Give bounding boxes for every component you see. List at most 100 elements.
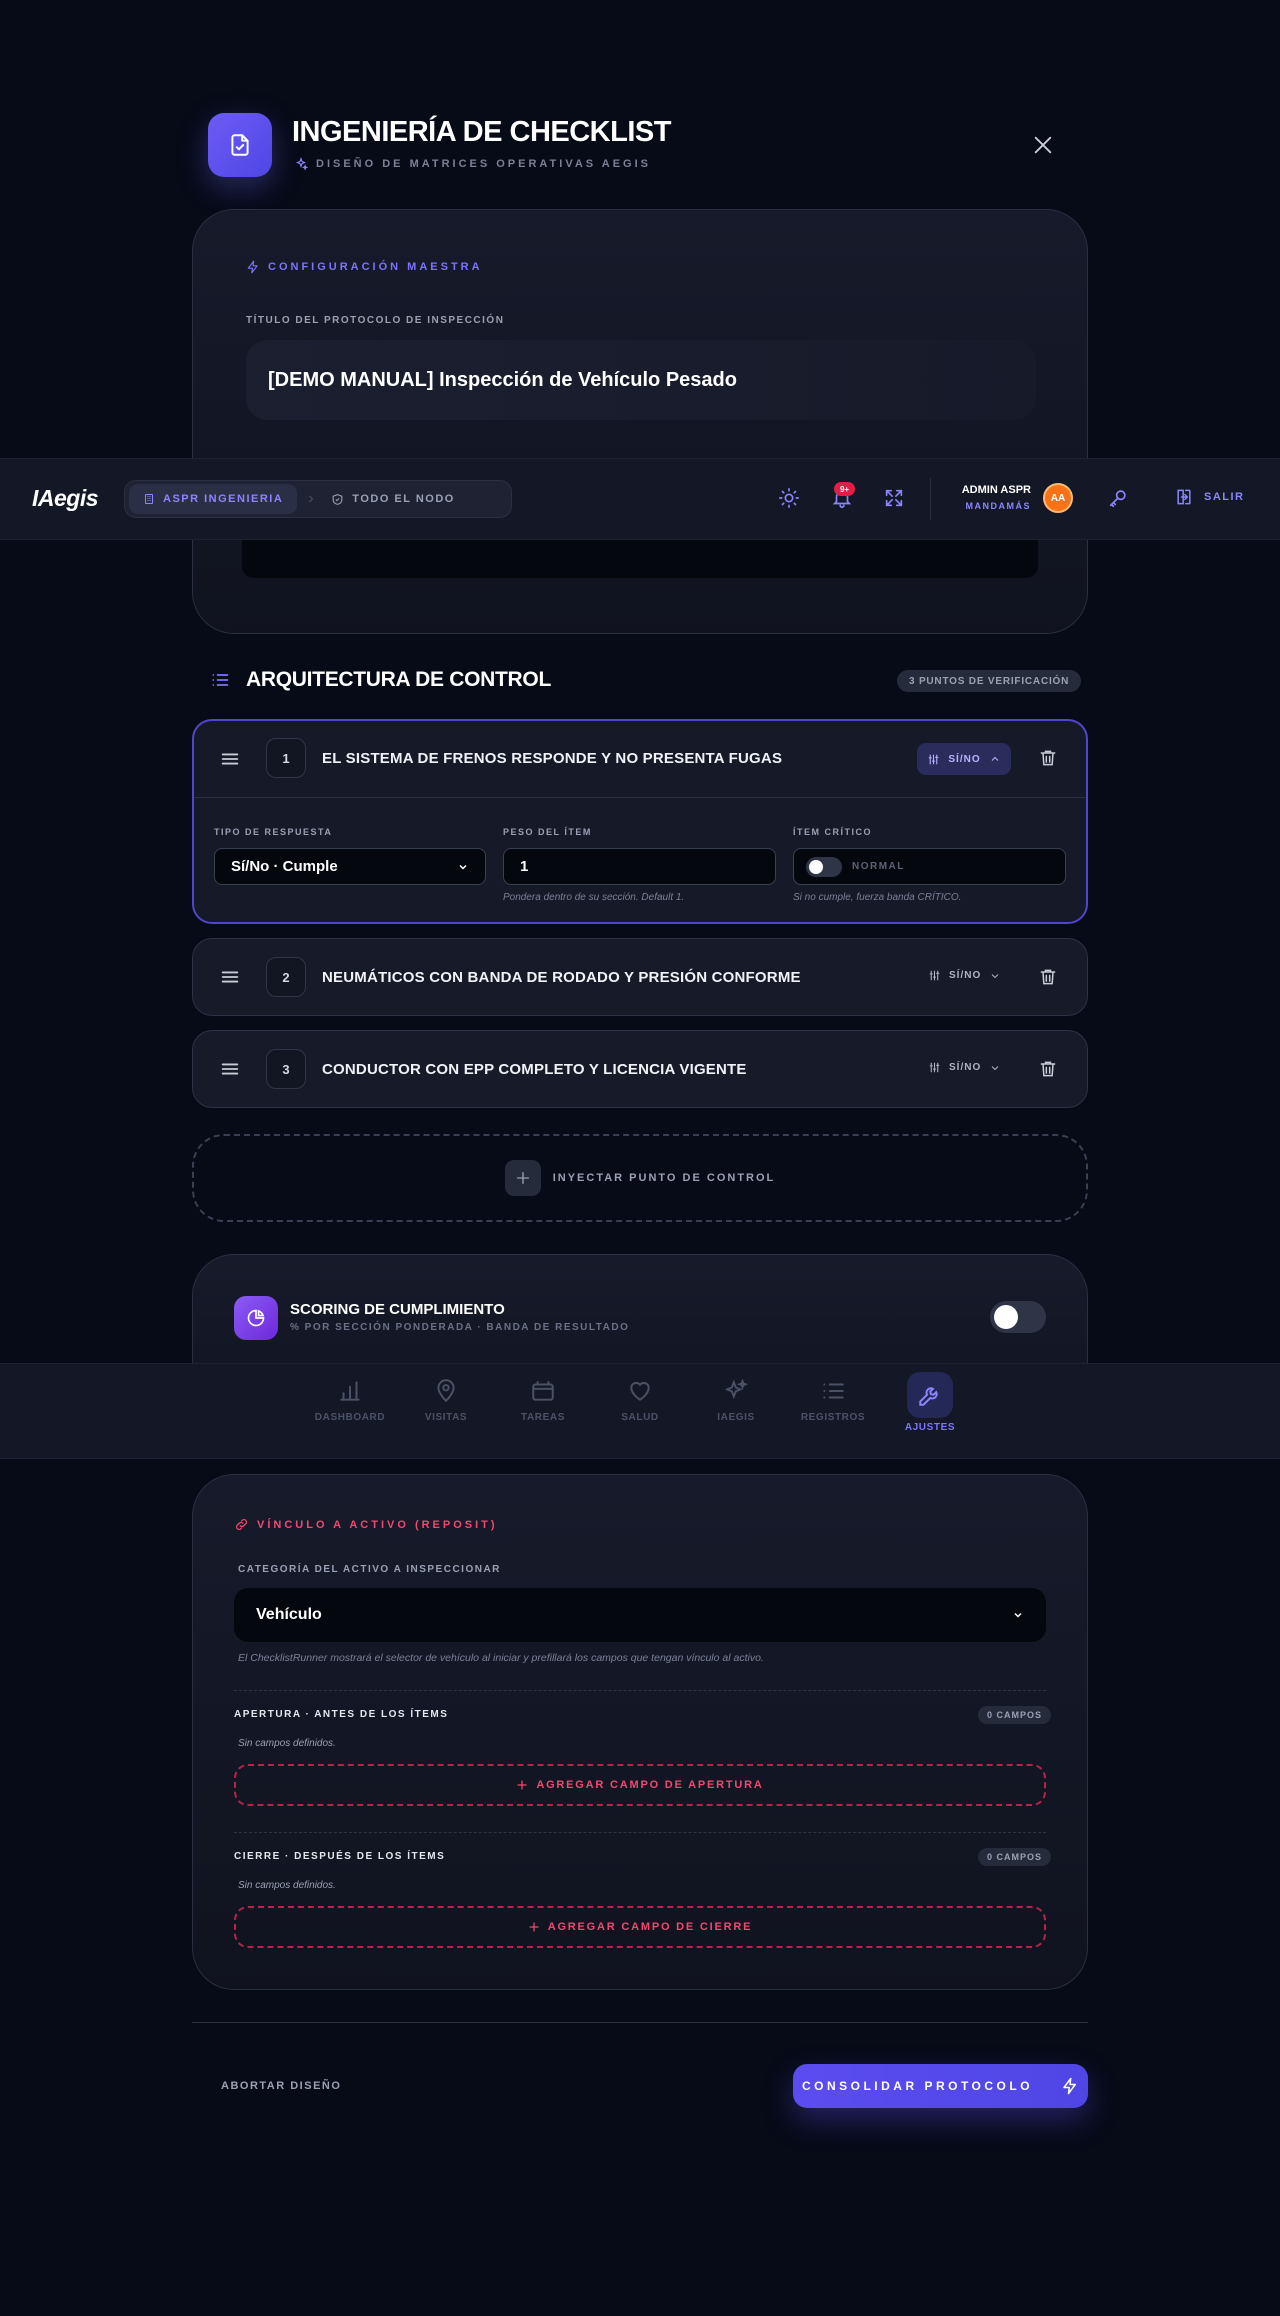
section-divider: [234, 1690, 1046, 1691]
notifications-button[interactable]: 9+: [831, 482, 855, 509]
toggle-knob: [809, 859, 823, 874]
chevron-right-icon: [309, 495, 314, 503]
protocol-title-label: TÍTULO DEL PROTOCOLO DE INSPECCIÓN: [246, 315, 505, 326]
tab-visitas[interactable]: VISITAS: [406, 1378, 486, 1423]
checklist-logo: [208, 113, 272, 177]
scoring-title: SCORING DE CUMPLIMIENTO: [290, 1301, 505, 1318]
key-button[interactable]: [1107, 487, 1129, 509]
settings-icon: [919, 1387, 938, 1406]
fullscreen-button[interactable]: [883, 487, 905, 509]
inject-control-point-button[interactable]: INYECTAR PUNTO DE CONTROL: [192, 1134, 1088, 1222]
checkpoint-count-badge: 3 PUNTOS DE VERIFICACIÓN: [897, 670, 1082, 692]
response-type-toggle[interactable]: SÍ/NO: [928, 1061, 1001, 1074]
notification-badge: 9+: [834, 482, 855, 496]
asset-category-label: CATEGORÍA DEL ACTIVO A INSPECCIONAR: [238, 1564, 501, 1575]
item-number: 2: [266, 957, 306, 997]
critical-toggle-field[interactable]: NORMAL: [793, 848, 1066, 885]
item-title[interactable]: CONDUCTOR CON EPP COMPLETO Y LICENCIA VI…: [322, 1061, 747, 1078]
drag-handle[interactable]: [219, 1058, 241, 1080]
drag-handle-icon: [221, 971, 239, 983]
response-type-toggle[interactable]: SÍ/NO: [928, 969, 1001, 982]
user-role: MANDAMÁS: [965, 501, 1031, 511]
plus-icon: [516, 1172, 529, 1184]
crumb-organization[interactable]: ASPR INGENIERIA: [129, 484, 298, 514]
critical-toggle[interactable]: [806, 856, 842, 877]
sliders-icon: [929, 754, 939, 764]
response-type-toggle[interactable]: SÍ/NO: [917, 743, 1011, 775]
add-closing-field-button[interactable]: AGREGAR CAMPO DE CIERRE: [234, 1906, 1046, 1948]
chevron-down-icon: [1014, 1612, 1022, 1618]
delete-button[interactable]: [1038, 967, 1058, 987]
sliders-icon: [929, 1062, 940, 1073]
bolt-icon: [247, 260, 258, 274]
bar-chart-icon: [340, 1381, 360, 1401]
drag-handle-icon: [221, 1063, 239, 1075]
logout-button[interactable]: SALIR: [1174, 487, 1245, 507]
building-icon: [145, 494, 153, 504]
closing-empty: Sin campos definidos.: [238, 1880, 336, 1891]
tab-registros[interactable]: REGISTROS: [793, 1378, 873, 1423]
theme-toggle-button[interactable]: [778, 487, 800, 509]
map-pin-icon: [437, 1379, 455, 1403]
abort-button[interactable]: ABORTAR DISEÑO: [221, 2080, 341, 2092]
asset-category-select[interactable]: Vehículo: [234, 1588, 1046, 1642]
plus-icon: [517, 1780, 527, 1790]
critical-label: ÍTEM CRÍTICO: [793, 827, 872, 837]
opening-empty: Sin campos definidos.: [238, 1738, 336, 1749]
delete-button[interactable]: [1038, 1059, 1058, 1079]
tab-tareas[interactable]: TAREAS: [503, 1378, 583, 1423]
scoring-toggle[interactable]: [990, 1301, 1046, 1333]
chevron-up-icon: [991, 756, 998, 761]
sparkles-icon: [296, 157, 308, 171]
delete-button[interactable]: [1038, 748, 1058, 768]
link-icon: [236, 1519, 247, 1530]
item-divider: [194, 797, 1086, 798]
modal-title: INGENIERÍA DE CHECKLIST: [292, 116, 671, 148]
crumb-node[interactable]: TODO EL NODO: [317, 493, 455, 506]
close-button[interactable]: [1028, 130, 1058, 160]
architecture-title: ARQUITECTURA DE CONTROL: [246, 668, 551, 691]
drag-handle-icon: [221, 753, 239, 765]
tab-dashboard[interactable]: DASHBOARD: [310, 1378, 390, 1423]
pie-chart-icon: [247, 1309, 265, 1327]
item-title[interactable]: EL SISTEMA DE FRENOS RESPONDE Y NO PRESE…: [322, 750, 782, 767]
clipboard-icon: [231, 134, 249, 156]
plus-icon: [529, 1922, 539, 1932]
chevron-down-icon: [991, 1065, 999, 1070]
trash-icon: [1040, 1061, 1056, 1077]
opening-title: APERTURA · ANTES DE LOS ÍTEMS: [234, 1709, 449, 1720]
weight-hint: Pondera dentro de su sección. Default 1.: [503, 892, 685, 903]
logout-icon: [1177, 489, 1191, 505]
sparkles-icon: [724, 1378, 749, 1400]
tab-salud[interactable]: SALUD: [600, 1378, 680, 1423]
item-number: 3: [266, 1049, 306, 1089]
protocol-title-input[interactable]: [DEMO MANUAL] Inspección de Vehículo Pes…: [246, 340, 1036, 420]
active-tab-highlight: [907, 1372, 953, 1418]
weight-input[interactable]: 1: [503, 848, 776, 885]
config-dark-field[interactable]: [242, 536, 1038, 578]
opening-count: 0 CAMPOS: [978, 1706, 1052, 1724]
modal-subtitle: DISEÑO DE MATRICES OPERATIVAS AEGIS: [294, 157, 651, 171]
response-type-select[interactable]: Sí/No · Cumple: [214, 848, 486, 885]
critical-hint: Si no cumple, fuerza banda CRÍTICO.: [793, 892, 962, 903]
architecture-header: ARQUITECTURA DE CONTROL: [210, 668, 551, 692]
closing-count: 0 CAMPOS: [978, 1848, 1052, 1866]
drag-handle[interactable]: [219, 748, 241, 770]
list-icon: [823, 1383, 844, 1399]
add-opening-field-button[interactable]: AGREGAR CAMPO DE APERTURA: [234, 1764, 1046, 1806]
consolidate-button[interactable]: CONSOLIDAR PROTOCOLO: [793, 2064, 1088, 2108]
brand-logo[interactable]: IAegis: [32, 485, 99, 512]
scoring-subtitle: % POR SECCIÓN PONDERADA · BANDA DE RESUL…: [290, 1322, 630, 1333]
shield-icon: [332, 493, 343, 505]
tab-iaegis[interactable]: IAEGIS: [696, 1378, 776, 1423]
drag-handle[interactable]: [219, 966, 241, 988]
scoring-icon-box: [234, 1296, 278, 1340]
avatar[interactable]: AA: [1043, 483, 1073, 513]
expand-icon: [885, 489, 903, 507]
asset-eyebrow: VÍNCULO A ACTIVO (REPOSIT): [234, 1517, 498, 1532]
trash-icon: [1040, 750, 1056, 766]
close-icon: [1034, 136, 1052, 154]
tab-ajustes[interactable]: AJUSTES: [890, 1372, 970, 1433]
item-title[interactable]: NEUMÁTICOS CON BANDA DE RODADO Y PRESIÓN…: [322, 969, 801, 986]
sliders-icon: [929, 970, 940, 981]
